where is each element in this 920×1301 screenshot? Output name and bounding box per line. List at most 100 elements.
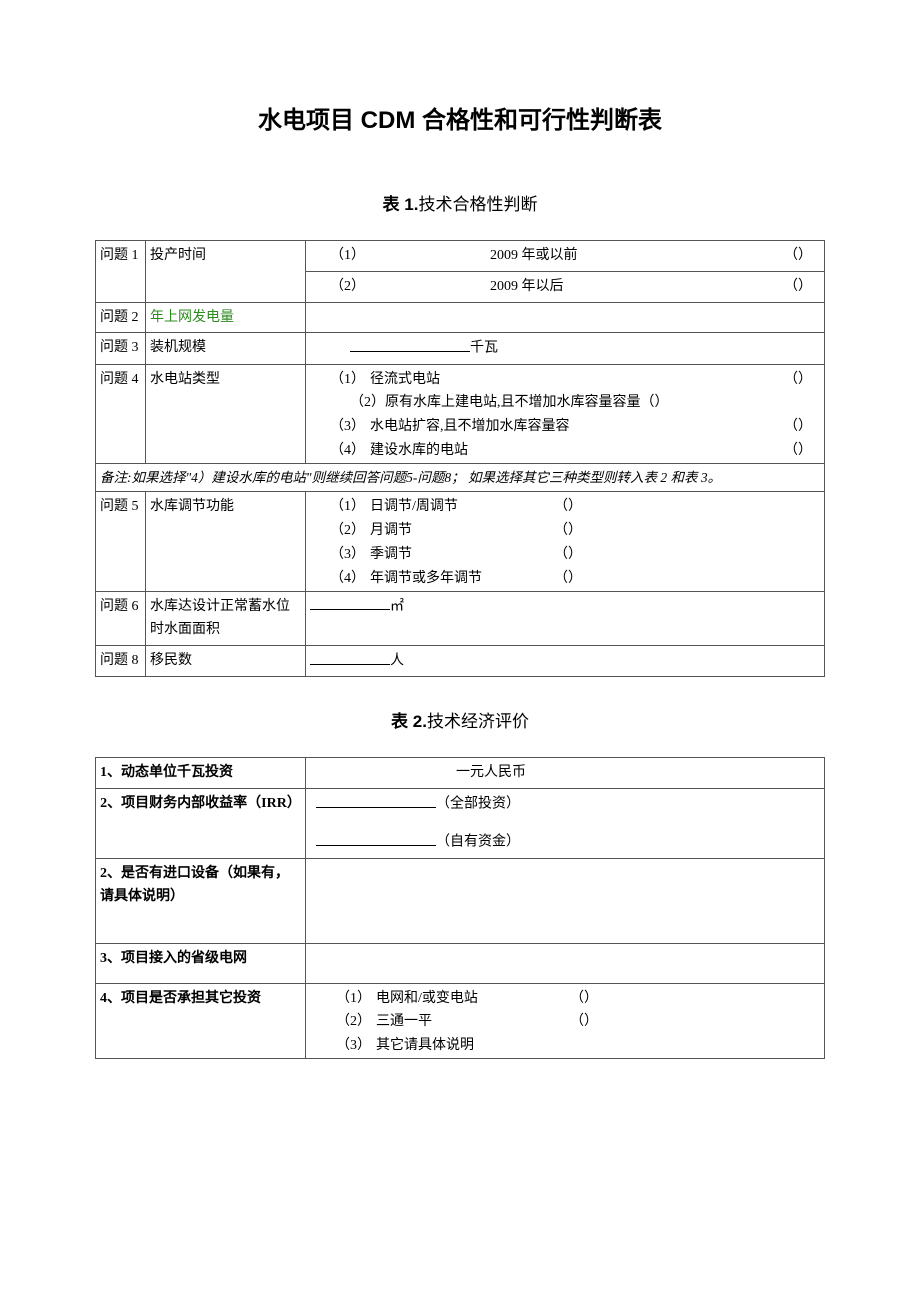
opt-paren: （） xyxy=(780,439,820,463)
q2-id: 问题 2 xyxy=(96,302,146,333)
table-row: 问题 2 年上网发电量 xyxy=(96,302,825,333)
doc-title: 水电项目 CDM 合格性和可行性判断表 xyxy=(95,100,825,135)
t2-r1-value: 一元人民币 xyxy=(306,758,825,789)
table-row: 问题 3 装机规模 千瓦 xyxy=(96,333,825,364)
opt-text: 径流式电站 xyxy=(370,368,780,392)
q6-unit: ㎡ xyxy=(390,599,404,614)
opt-num: （4） xyxy=(330,439,370,463)
t2-r5-options: （1） 电网和/或变电站 （） （2） 三通一平 （） （3） 其它请具体说明 xyxy=(306,983,825,1058)
t2-r2-label: 2、项目财务内部收益率（IRR） xyxy=(96,789,306,858)
opt-text: 月调节 xyxy=(370,519,550,543)
t2-r2-v2: （自有资金） xyxy=(436,835,520,850)
table-row: 3、项目接入的省级电网 xyxy=(96,943,825,983)
table1-caption: 表 1.技术合格性判断 xyxy=(95,190,825,215)
opt-paren: （） xyxy=(566,987,606,1011)
blank-field[interactable] xyxy=(310,649,390,664)
q5-id: 问题 5 xyxy=(96,492,146,591)
opt-text: 其它请具体说明 xyxy=(376,1034,606,1058)
q1-label: 投产时间 xyxy=(146,241,306,303)
opt-text: 季调节 xyxy=(370,543,550,567)
opt-paren: （） xyxy=(550,495,590,519)
opt-text: 2009 年或以前 xyxy=(370,244,780,268)
opt-paren: （） xyxy=(550,519,590,543)
table-row: 问题 5 水库调节功能 （1） 日调节/周调节 （） （2） 月调节 （） xyxy=(96,492,825,591)
q8-label: 移民数 xyxy=(146,646,306,677)
note-row: 备注:如果选择"4）建设水库的电站"则继续回答问题5-问题8； 如果选择其它三种… xyxy=(96,463,825,492)
caption-text: 技术合格性判断 xyxy=(418,195,537,214)
t2-r3-label: 2、是否有进口设备（如果有，请具体说明） xyxy=(96,858,306,943)
opt-paren: （） xyxy=(550,543,590,567)
opt-num: （1） xyxy=(336,987,376,1011)
q3-unit: 千瓦 xyxy=(470,341,498,356)
q6-value: ㎡ xyxy=(306,591,825,646)
table1: 问题 1 投产时间 （1） 2009 年或以前 （） （2） 2009 年以后 … xyxy=(95,240,825,677)
opt-text: 水电站扩容,且不增加水库容量容 xyxy=(370,415,780,439)
table-row: 问题 1 投产时间 （1） 2009 年或以前 （） xyxy=(96,241,825,272)
opt-paren: （） xyxy=(641,395,669,410)
opt-text: 年调节或多年调节 xyxy=(370,567,550,591)
opt-num: （2） xyxy=(336,1010,376,1034)
opt-text: 电网和/或变电站 xyxy=(376,987,566,1011)
opt-paren: （） xyxy=(566,1010,606,1034)
t2-r4-value xyxy=(306,943,825,983)
q3-label: 装机规模 xyxy=(146,333,306,364)
opt-num: （1） xyxy=(330,495,370,519)
opt-text: 日调节/周调节 xyxy=(370,495,550,519)
q3-id: 问题 3 xyxy=(96,333,146,364)
t2-r5-label: 4、项目是否承担其它投资 xyxy=(96,983,306,1058)
opt-num: （3） xyxy=(330,415,370,439)
q4-options: （1） 径流式电站 （） （2）原有水库上建电站,且不增加水库容量容量（） （3… xyxy=(306,364,825,463)
opt-num: （3） xyxy=(336,1034,376,1058)
opt-text: 三通一平 xyxy=(376,1010,566,1034)
opt-text: 2009 年以后 xyxy=(370,275,700,299)
opt-paren: （） xyxy=(550,567,590,591)
q1-options: （1） 2009 年或以前 （） xyxy=(306,241,825,272)
opt-num: （3） xyxy=(330,543,370,567)
opt-paren: （） xyxy=(780,415,820,439)
q4-id: 问题 4 xyxy=(96,364,146,463)
q8-unit: 人 xyxy=(390,654,404,669)
q6-label: 水库达设计正常蓄水位时水面面积 xyxy=(146,591,306,646)
t2-r1-label: 1、动态单位千瓦投资 xyxy=(96,758,306,789)
table-row: 问题 4 水电站类型 （1） 径流式电站 （） （2）原有水库上建电站,且不增加… xyxy=(96,364,825,463)
q3-value: 千瓦 xyxy=(306,333,825,364)
t2-r2-value: （全部投资） （自有资金） xyxy=(306,789,825,858)
caption-text: 技术经济评价 xyxy=(427,712,529,731)
table-row: 4、项目是否承担其它投资 （1） 电网和/或变电站 （） （2） 三通一平 （） xyxy=(96,983,825,1058)
opt-paren: （） xyxy=(700,275,820,299)
q8-id: 问题 8 xyxy=(96,646,146,677)
q6-id: 问题 6 xyxy=(96,591,146,646)
table2: 1、动态单位千瓦投资 一元人民币 2、项目财务内部收益率（IRR） （全部投资）… xyxy=(95,757,825,1059)
q8-value: 人 xyxy=(306,646,825,677)
table-row: 问题 8 移民数 人 xyxy=(96,646,825,677)
note-text: 备注:如果选择"4）建设水库的电站"则继续回答问题5-问题8； 如果选择其它三种… xyxy=(96,463,825,492)
table-row: 2、是否有进口设备（如果有，请具体说明） xyxy=(96,858,825,943)
q1-options-2: （2） 2009 年以后 （） xyxy=(306,271,825,302)
q2-value xyxy=(306,302,825,333)
opt-num: （1） xyxy=(330,368,370,392)
opt-paren: （） xyxy=(780,244,820,268)
opt-num: （2） xyxy=(330,395,385,410)
q1-id: 问题 1 xyxy=(96,241,146,303)
opt-num: （4） xyxy=(330,567,370,591)
opt-text: 建设水库的电站 xyxy=(370,439,780,463)
blank-field[interactable] xyxy=(316,792,436,807)
opt-num: （2） xyxy=(330,275,370,299)
opt-paren: （） xyxy=(780,368,820,392)
q4-label: 水电站类型 xyxy=(146,364,306,463)
t2-r3-value xyxy=(306,858,825,943)
opt-num: （1） xyxy=(330,244,370,268)
t2-r2-v1: （全部投资） xyxy=(436,797,520,812)
caption-prefix: 表 2. xyxy=(391,712,427,731)
table-row: 2、项目财务内部收益率（IRR） （全部投资） （自有资金） xyxy=(96,789,825,858)
blank-field[interactable] xyxy=(310,595,390,610)
q2-label: 年上网发电量 xyxy=(146,302,306,333)
table-row: 1、动态单位千瓦投资 一元人民币 xyxy=(96,758,825,789)
table-row: 问题 6 水库达设计正常蓄水位时水面面积 ㎡ xyxy=(96,591,825,646)
opt-num: （2） xyxy=(330,519,370,543)
caption-prefix: 表 1. xyxy=(383,195,419,214)
blank-field[interactable] xyxy=(350,336,470,351)
opt-text: 原有水库上建电站,且不增加水库容量容量 xyxy=(385,395,641,410)
q5-label: 水库调节功能 xyxy=(146,492,306,591)
blank-field[interactable] xyxy=(316,830,436,845)
